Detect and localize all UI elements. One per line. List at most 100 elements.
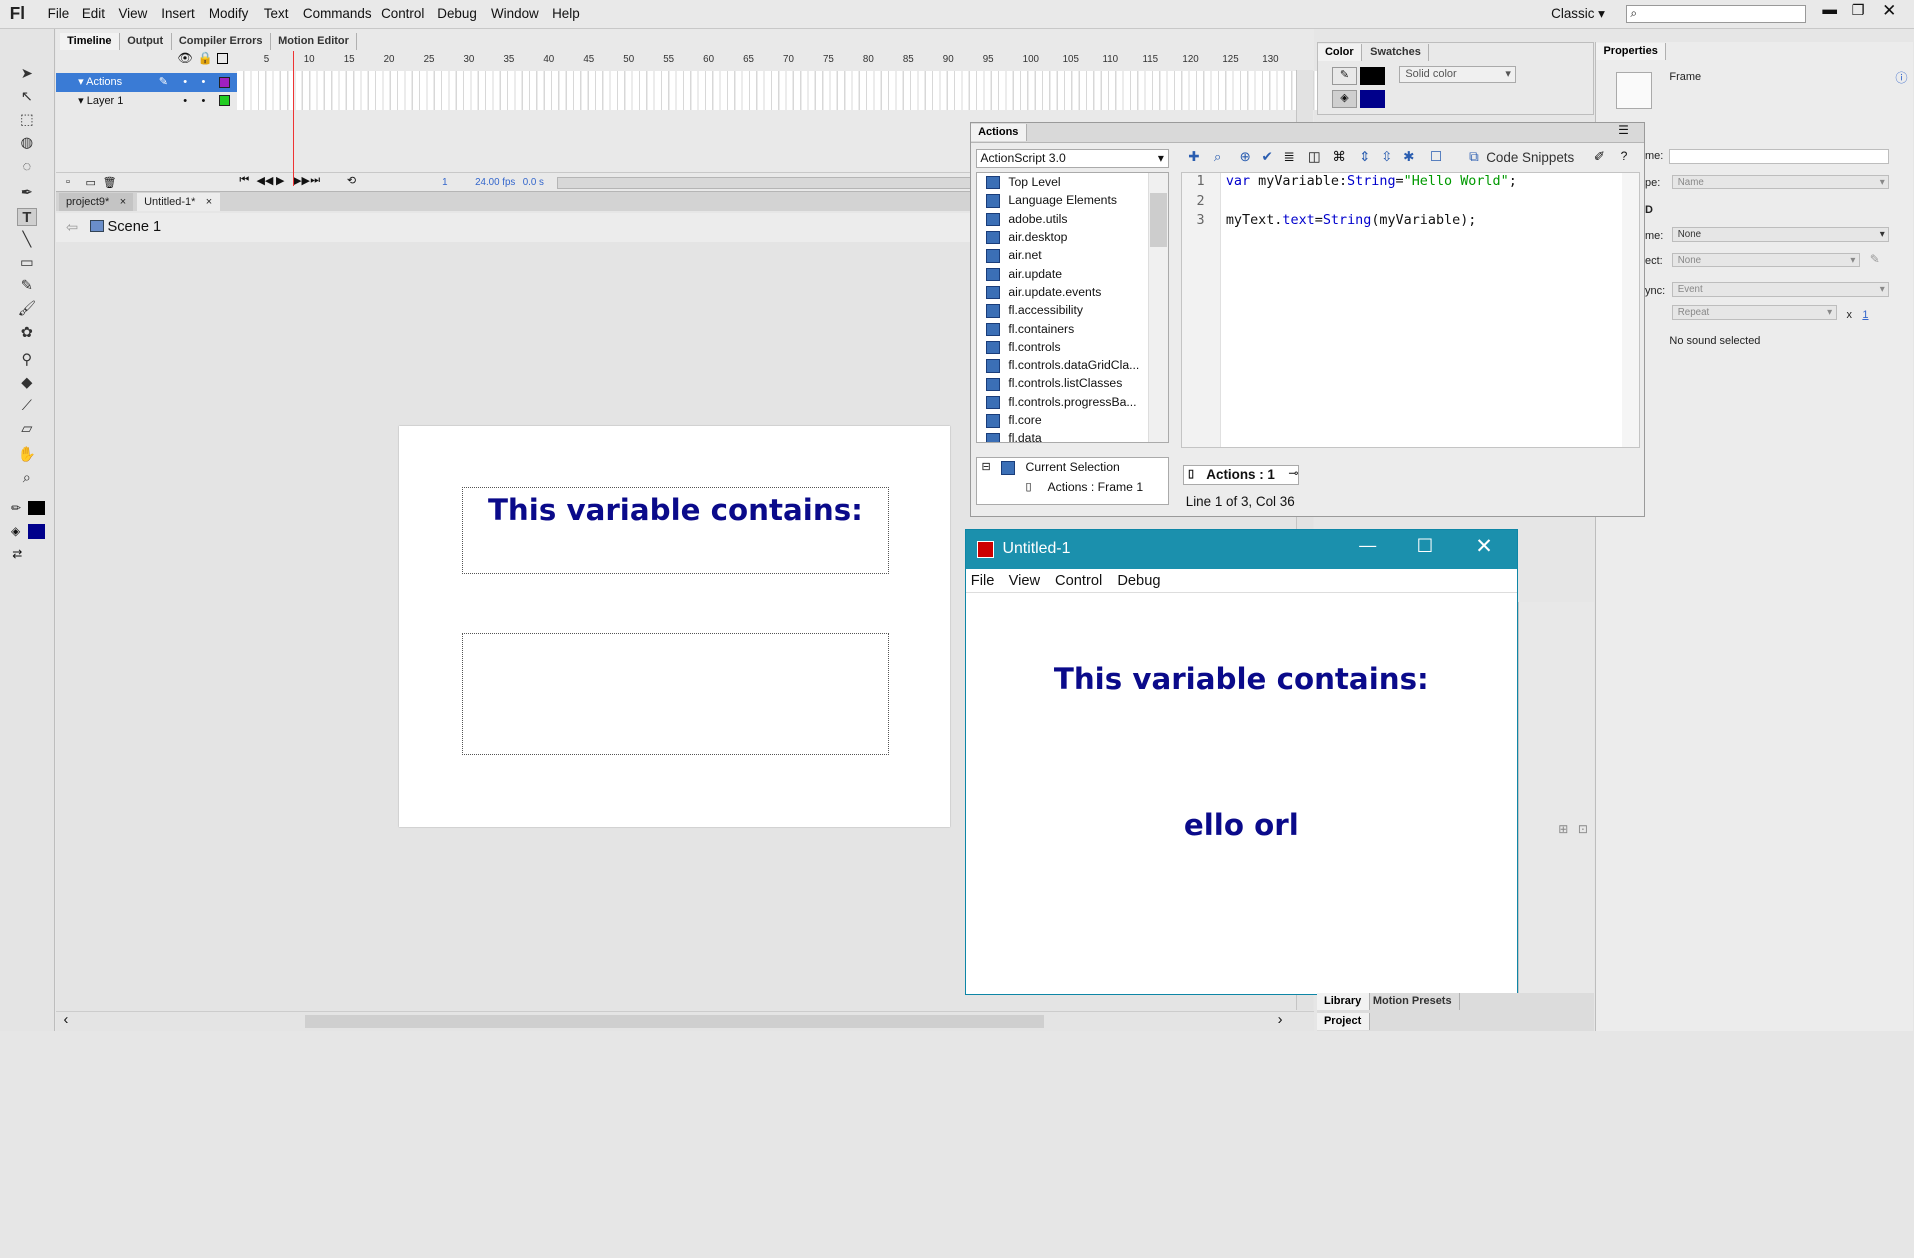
swap-colors-icon[interactable]: ⇄ (12, 547, 22, 561)
label-type-select[interactable]: Name ▾ (1671, 174, 1890, 190)
scene-name[interactable]: Scene 1 (107, 219, 161, 235)
minimize-window-button[interactable]: ▬ (1822, 2, 1837, 18)
eraser-tool-icon[interactable]: ▱ (17, 420, 37, 438)
list-item[interactable]: air.net (986, 246, 1042, 264)
line-tool-icon[interactable]: ╲ (17, 231, 37, 249)
preview-menu-debug[interactable]: Debug (1117, 573, 1160, 589)
frame-rate[interactable]: 24.00 fps (475, 177, 515, 188)
new-layer-icon[interactable]: ▫ (66, 176, 70, 188)
debug-options-icon[interactable]: ⌘ (1332, 149, 1345, 165)
insert-target-icon[interactable]: ⊕ (1239, 149, 1250, 165)
list-item[interactable]: fl.controls.listClasses (986, 374, 1122, 392)
list-item[interactable]: fl.accessibility (986, 301, 1083, 319)
eyedropper-tool-icon[interactable]: ⟋ (17, 397, 37, 415)
collapse-selection-icon[interactable]: ⇳ (1381, 149, 1392, 165)
tab-color[interactable]: Color (1317, 43, 1362, 61)
toolbox-scrollbar[interactable] (1148, 172, 1168, 443)
doc-tab-project9[interactable]: project9* × (58, 192, 134, 212)
expand-all-icon[interactable]: ✱ (1403, 149, 1414, 165)
fill-color-swatch[interactable] (28, 523, 46, 539)
preview-menu-view[interactable]: View (1009, 573, 1040, 589)
deco-tool-icon[interactable]: ✿ (17, 324, 37, 342)
collapse-icon[interactable]: ⊟ (982, 460, 991, 473)
check-syntax-icon[interactable]: ✔ (1261, 149, 1272, 165)
close-window-button[interactable]: ✕ (1882, 1, 1896, 21)
tab-motion-presets[interactable]: Motion Presets (1366, 992, 1460, 1011)
tab-output[interactable]: Output (120, 32, 172, 50)
back-arrow-icon[interactable]: ⇦ (66, 219, 78, 236)
lock-icon[interactable]: 🔒 (198, 51, 213, 65)
prev-frame-icon[interactable]: ◀◀ (256, 174, 273, 187)
dynamic-text-field-mytext[interactable] (461, 632, 890, 755)
list-item[interactable]: fl.controls.progressBa... (986, 393, 1137, 411)
loop-icon[interactable]: ⟲ (347, 174, 356, 187)
list-item[interactable]: Top Level (986, 173, 1061, 191)
script-tab[interactable]: ▯ Actions : 1 (1183, 465, 1300, 485)
find-icon[interactable]: ⌕ (1214, 149, 1222, 165)
code-snippets-button[interactable]: Code Snippets (1486, 150, 1574, 165)
free-transform-tool-icon[interactable]: ⬚ (17, 111, 37, 129)
scroll-right-icon[interactable]: › (1278, 1012, 1283, 1028)
close-icon[interactable]: ✕ (1475, 534, 1492, 559)
pencil-tool-icon[interactable]: ✎ (17, 277, 37, 295)
minimize-icon[interactable]: — (1359, 536, 1376, 556)
preview-menu-file[interactable]: File (971, 573, 995, 589)
help-icon[interactable]: ? (1621, 149, 1628, 163)
apply-comment-icon[interactable]: ☐ (1430, 149, 1442, 165)
play-icon[interactable]: ▶ (276, 174, 284, 187)
add-statement-icon[interactable]: ✚ (1188, 149, 1199, 165)
stroke-color-swatch[interactable] (1360, 66, 1385, 86)
list-item[interactable]: air.desktop (986, 228, 1067, 246)
script-navigator[interactable]: ⊟ Current Selection ▯ Actions : Frame 1 (975, 456, 1169, 506)
close-icon[interactable]: × (206, 196, 212, 208)
code-line-1[interactable]: var myVariable:String="Hello World"; (1226, 174, 1517, 189)
preview-menu-control[interactable]: Control (1055, 573, 1102, 589)
doc-tab-untitled-1[interactable]: Untitled-1* × (136, 192, 220, 212)
selection-tool-icon[interactable]: ➤ (17, 65, 37, 83)
brush-tool-icon[interactable]: 🖌 (17, 300, 37, 318)
menu-text[interactable]: Text (264, 6, 289, 21)
scroll-thumb[interactable] (1150, 192, 1168, 248)
maximize-icon[interactable]: ☐ (1417, 535, 1433, 557)
sound-effect-select[interactable]: None ▾ (1671, 252, 1860, 268)
frames-grid[interactable] (236, 70, 1318, 110)
current-selection-item[interactable]: Actions : Frame 1 (1047, 480, 1143, 494)
delete-item-icon[interactable]: ⊡ (1578, 822, 1588, 836)
menu-file[interactable]: File (48, 6, 70, 21)
menu-help[interactable]: Help (552, 6, 580, 21)
playhead[interactable] (293, 51, 295, 186)
list-item[interactable]: fl.containers (986, 320, 1074, 338)
sync-select[interactable]: Event ▾ (1671, 282, 1890, 297)
fill-color-swatch[interactable] (1360, 90, 1385, 109)
layer-row-actions[interactable]: ▾ Actions ✎ • • (56, 73, 237, 92)
repeat-count[interactable]: 1 (1862, 309, 1868, 321)
code-line-3[interactable]: myText.text=String(myVariable); (1226, 213, 1477, 228)
help-icon[interactable]: ⓘ (1895, 68, 1907, 86)
first-frame-icon[interactable]: ⏮ (239, 174, 249, 187)
tab-swatches[interactable]: Swatches (1363, 43, 1430, 61)
menu-debug[interactable]: Debug (437, 6, 477, 21)
tab-motion-editor[interactable]: Motion Editor (271, 32, 358, 50)
stroke-color-swatch[interactable] (28, 500, 46, 516)
pen-tool-icon[interactable]: ✒ (17, 184, 37, 202)
outline-icon[interactable] (217, 52, 229, 64)
collapse-between-braces-icon[interactable]: ⇕ (1359, 149, 1370, 165)
list-item[interactable]: fl.data (986, 429, 1042, 443)
list-item[interactable]: adobe.utils (986, 210, 1067, 228)
layer-row-layer-1[interactable]: ▾ Layer 1 • • (56, 92, 237, 110)
tab-library[interactable]: Library (1316, 992, 1370, 1011)
next-frame-icon[interactable]: ▶▶ (293, 174, 310, 187)
paint-bucket-tool-icon[interactable]: ◆ (17, 374, 37, 392)
tab-properties[interactable]: Properties (1596, 42, 1667, 60)
script-editor[interactable]: 1 2 3 var myVariable:String="Hello World… (1180, 171, 1641, 448)
delete-layer-icon[interactable]: 🗑 (103, 176, 117, 189)
list-item[interactable]: fl.controls.dataGridCla... (986, 356, 1139, 374)
menu-commands[interactable]: Commands (303, 6, 372, 21)
current-frame[interactable]: 1 (442, 177, 447, 188)
menu-view[interactable]: View (118, 6, 147, 21)
last-frame-icon[interactable]: ⏭ (310, 174, 320, 187)
fill-type-select[interactable]: Solid color ▾ (1399, 65, 1516, 83)
auto-format-icon[interactable]: ≣ (1283, 149, 1294, 165)
wand-icon[interactable]: ✐ (1594, 149, 1605, 165)
language-select[interactable]: ActionScript 3.0 ▾ (975, 148, 1169, 169)
